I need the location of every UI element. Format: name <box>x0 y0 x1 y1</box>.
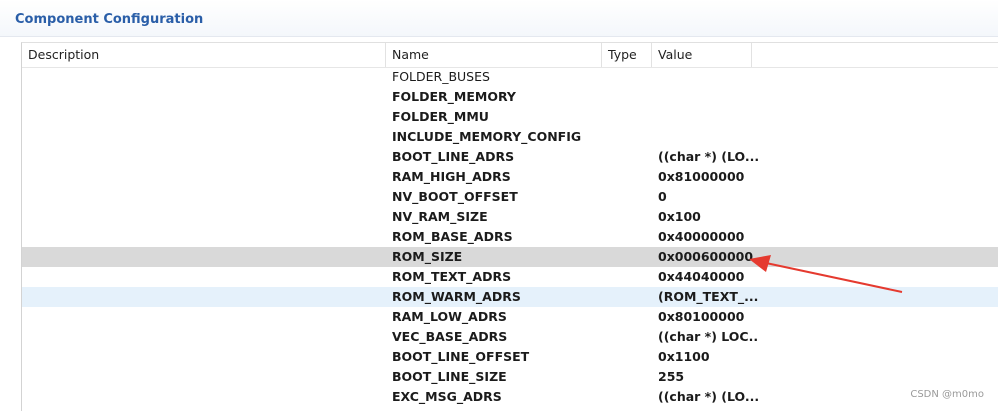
tree-row[interactable]: NVRAM sizeNV_RAM_SIZE0x100 <box>22 207 998 227</box>
name-cell: ROM_WARM_ADRS <box>392 289 521 304</box>
name-cell: NV_BOOT_OFFSET <box>392 189 518 204</box>
value-cell[interactable]: 255 <box>658 367 758 387</box>
component-configuration-panel-header: Component Configuration <box>0 0 998 37</box>
tree-row[interactable]: exception message addressEXC_MSG_ADRS((c… <box>22 387 998 407</box>
tree-row[interactable]: ›MMUFOLDER_MMU <box>22 107 998 127</box>
value-cell[interactable]: ((char *) (LO... <box>658 147 758 167</box>
table-header: Description Name Type Value <box>22 43 998 68</box>
name-cell: BOOT_LINE_ADRS <box>392 149 515 164</box>
value-cell[interactable]: ((char *) LOC... <box>658 327 758 347</box>
value-cell[interactable]: 0x1100 <box>658 347 758 367</box>
column-header-description[interactable]: Description <box>22 43 386 67</box>
tree-row[interactable]: ⌄BSP Memory ConfigurationINCLUDE_MEMORY_… <box>22 127 998 147</box>
tree-row[interactable]: ROM sizeROM_SIZE0x000600000 <box>22 247 998 267</box>
name-cell: INCLUDE_MEMORY_CONFIG <box>392 129 582 144</box>
name-cell: FOLDER_BUSES <box>392 69 490 84</box>
tree-row[interactable]: ROM text addressROM_TEXT_ADRS0x44040000 <box>22 267 998 287</box>
name-cell: ROM_BASE_ADRS <box>392 229 513 244</box>
name-cell: BOOT_LINE_OFFSET <box>392 349 530 364</box>
value-cell[interactable]: 0x40000000 <box>658 227 758 247</box>
tree-row[interactable]: boot line size (bytes)BOOT_LINE_SIZE255 <box>22 367 998 387</box>
tree-row[interactable]: ⌄memoryFOLDER_MEMORY <box>22 87 998 107</box>
tree-row[interactable]: ›busesFOLDER_BUSES <box>22 67 998 87</box>
column-header-value[interactable]: Value <box>652 43 752 67</box>
panel-title: Component Configuration <box>15 12 204 27</box>
component-tree-table[interactable]: Description Name Type Value ›busesFOLDER… <box>21 42 998 411</box>
name-cell: BOOT_LINE_SIZE <box>392 369 507 384</box>
value-cell[interactable]: 0x100 <box>658 207 758 227</box>
name-cell: RAM_LOW_ADRS <box>392 309 507 324</box>
value-cell[interactable]: ((char *) (LO... <box>658 387 758 407</box>
name-cell: RAM_HIGH_ADRS <box>392 169 511 184</box>
tree-row[interactable]: NVRAM boot offsetNV_BOOT_OFFSET0 <box>22 187 998 207</box>
value-cell[interactable]: 0x44040000 <box>658 267 758 287</box>
tree-row[interactable]: Boot line addressBOOT_LINE_ADRS((char *)… <box>22 147 998 167</box>
value-cell[interactable]: (ROM_TEXT_... <box>658 287 758 307</box>
tree-row[interactable]: ROM warm boot addressROM_WARM_ADRS(ROM_T… <box>22 287 998 307</box>
column-header-name[interactable]: Name <box>386 43 602 67</box>
name-cell: FOLDER_MEMORY <box>392 89 516 104</box>
watermark: CSDN @m0mo <box>910 389 984 400</box>
tree-row[interactable]: Bootrom Copy regionRAM_HIGH_ADRS0x810000… <box>22 167 998 187</box>
column-header-type[interactable]: Type <box>602 43 652 67</box>
value-cell[interactable]: 0x81000000 <box>658 167 758 187</box>
name-cell: NV_RAM_SIZE <box>392 209 488 224</box>
name-cell: EXC_MSG_ADRS <box>392 389 502 404</box>
name-cell: ROM_SIZE <box>392 249 463 264</box>
name-cell: FOLDER_MMU <box>392 109 489 124</box>
value-cell[interactable]: 0x80100000 <box>658 307 758 327</box>
name-cell: VEC_BASE_ADRS <box>392 329 508 344</box>
name-cell: ROM_TEXT_ADRS <box>392 269 512 284</box>
tree-row[interactable]: boot line offsetBOOT_LINE_OFFSET0x1100 <box>22 347 998 367</box>
tree-row[interactable]: Runtime kernel load addressRAM_LOW_ADRS0… <box>22 307 998 327</box>
value-cell[interactable]: 0 <box>658 187 758 207</box>
tree-row[interactable]: ROM base addressROM_BASE_ADRS0x40000000 <box>22 227 998 247</box>
tree-row[interactable]: Vector base addressVEC_BASE_ADRS((char *… <box>22 327 998 347</box>
value-cell[interactable]: 0x000600000 <box>658 247 758 267</box>
